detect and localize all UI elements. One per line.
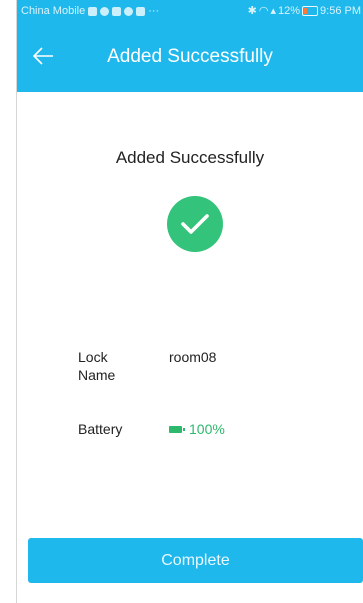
notification-icon — [124, 6, 134, 16]
lock-name-value: room08 — [169, 349, 217, 365]
battery-value-text: 100% — [189, 421, 225, 437]
bluetooth-icon: ✱ — [247, 5, 257, 17]
status-time: 9:56 PM — [320, 5, 361, 17]
more-notifications-icon: ··· — [148, 5, 160, 17]
notification-icon — [100, 6, 110, 16]
battery-value: 100% — [169, 420, 225, 438]
check-circle-icon — [167, 196, 223, 252]
battery-percent: 12% — [278, 5, 301, 17]
app-bar-title: Added Successfully — [107, 46, 273, 67]
status-battery-icon — [302, 6, 319, 16]
app-screen: China Mobile ··· ✱ ◠ ▴ 12% 9:56 PM Added… — [17, 0, 363, 603]
notification-icon — [88, 6, 98, 16]
battery-icon — [169, 425, 185, 433]
complete-button[interactable]: Complete — [28, 538, 363, 583]
status-bar: China Mobile ··· ✱ ◠ ▴ 12% 9:56 PM — [17, 0, 363, 22]
notification-icon — [112, 6, 122, 16]
back-button[interactable] — [25, 38, 61, 74]
page-title: Added Successfully — [115, 148, 265, 167]
status-left: China Mobile ··· — [21, 0, 159, 22]
arrow-left-icon — [32, 47, 53, 65]
app-bar: Added Successfully — [17, 22, 363, 92]
check-icon — [181, 214, 209, 234]
wifi-icon: ◠ — [258, 5, 269, 17]
signal-icon: ▴ — [270, 5, 276, 17]
device-frame: China Mobile ··· ✱ ◠ ▴ 12% 9:56 PM Added… — [0, 0, 363, 603]
carrier-label: China Mobile — [21, 5, 86, 17]
lock-name-label: Lock Name — [78, 349, 116, 383]
battery-label: Battery — [78, 421, 123, 437]
frame-edge — [0, 0, 17, 603]
status-right: ✱ ◠ ▴ 12% 9:56 PM — [248, 0, 361, 22]
notification-icon — [136, 6, 146, 16]
